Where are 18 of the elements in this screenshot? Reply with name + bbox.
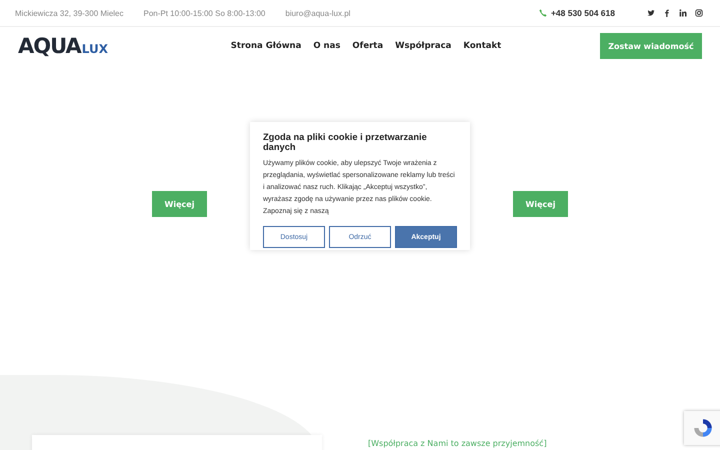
phone-icon: [538, 9, 547, 17]
email-link[interactable]: biuro@aqua-lux.pl: [285, 8, 350, 18]
nav-link[interactable]: Strona Główna: [230, 41, 302, 51]
facebook-icon[interactable]: [663, 9, 671, 17]
twitter-icon[interactable]: [647, 9, 655, 17]
logo[interactable]: AQUALUX: [18, 34, 128, 58]
section-tagline: [Współpraca z Nami to zawsze przyjemność]: [368, 439, 547, 448]
phone-number: +48 530 504 618: [550, 8, 615, 18]
nav-link[interactable]: Oferta: [352, 41, 384, 51]
address-text: Mickiewicza 32, 39-300 Mielec: [15, 8, 124, 18]
linkedin-icon[interactable]: [679, 9, 687, 17]
nav-link[interactable]: Współpraca: [395, 41, 452, 51]
nav-link[interactable]: Kontakt: [463, 41, 502, 51]
instagram-icon[interactable]: [695, 9, 703, 17]
dialog-title: Zgoda na pliki cookie i przetwarzanie danych: [263, 132, 428, 152]
recaptcha-icon: [692, 417, 714, 439]
nav-link[interactable]: O nas: [313, 41, 340, 51]
opening-hours-text: Pon-Pt 10:00-15:00 So 8:00-13:00: [144, 8, 266, 18]
